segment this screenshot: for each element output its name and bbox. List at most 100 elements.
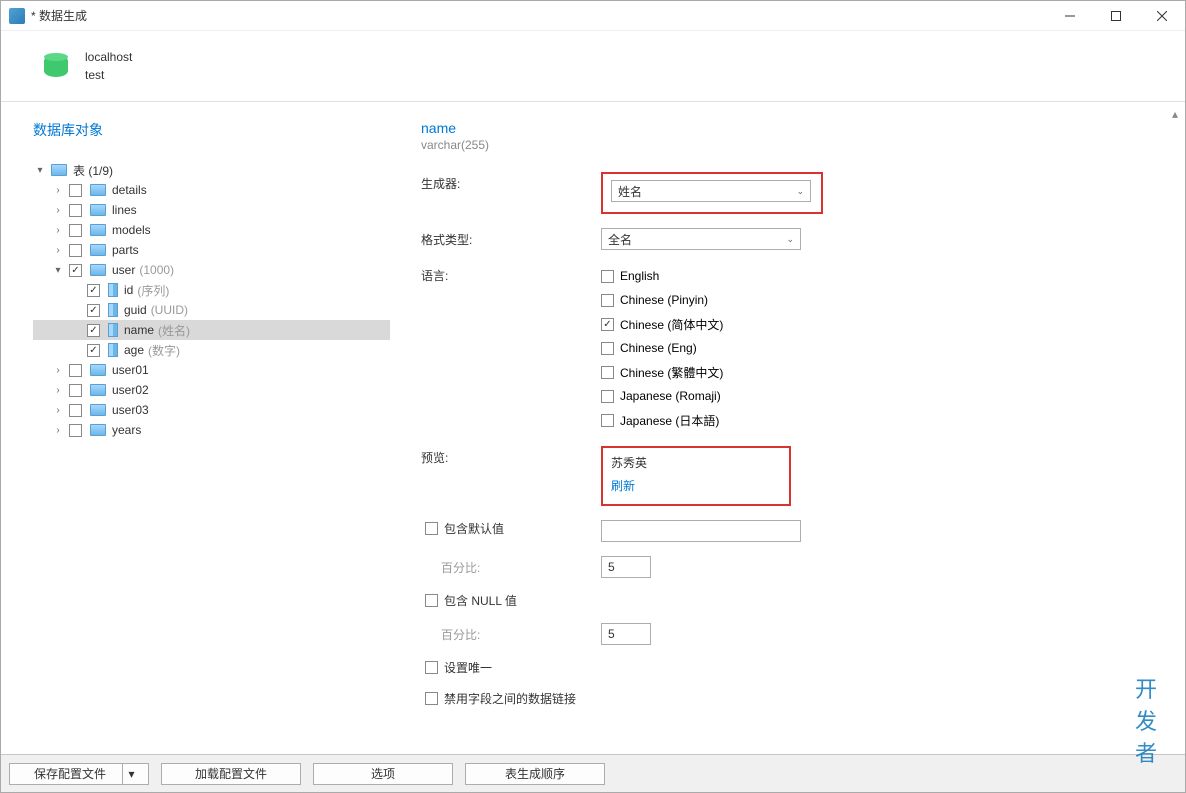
table-checkbox[interactable]: [69, 404, 82, 417]
table-checkbox[interactable]: [69, 224, 82, 237]
tree-table-parts[interactable]: ›parts: [33, 240, 390, 260]
preview-value: 苏秀英: [611, 454, 779, 471]
generator-select[interactable]: 姓名⌄: [611, 180, 811, 202]
caret-right-icon[interactable]: ›: [51, 245, 65, 256]
lang-option[interactable]: Chinese (Pinyin): [601, 288, 723, 312]
scroll-up-icon[interactable]: ▴: [1167, 104, 1183, 124]
table-icon: [90, 404, 106, 416]
tree-table-user03[interactable]: ›user03: [33, 400, 390, 420]
tree-table-years[interactable]: ›years: [33, 420, 390, 440]
unique-checkbox[interactable]: [425, 661, 438, 674]
connection-header: localhost test: [1, 31, 1185, 101]
disable-links-label: 禁用字段之间的数据链接: [444, 690, 576, 707]
tree-column-name[interactable]: name(姓名): [33, 320, 390, 340]
caret-right-icon[interactable]: ›: [51, 385, 65, 396]
maximize-button[interactable]: [1093, 1, 1139, 31]
content-pane: ▴ name varchar(255) 生成器: 姓名⌄ 格式类型: 全名⌄ 语…: [391, 102, 1185, 751]
column-icon: [108, 303, 118, 317]
lang-option[interactable]: Chinese (Eng): [601, 336, 723, 360]
generator-label: 生成器:: [421, 172, 601, 192]
table-checkbox[interactable]: [69, 264, 82, 277]
tree-table-details[interactable]: ›details: [33, 180, 390, 200]
save-profile-button[interactable]: 保存配置文件 ▾: [9, 763, 149, 785]
caret-down-icon[interactable]: ▾: [51, 265, 65, 276]
tree-table-user[interactable]: ▾user(1000): [33, 260, 390, 280]
field-type: varchar(255): [421, 138, 1155, 152]
connection-host: localhost: [85, 48, 132, 66]
tree-table-user01[interactable]: ›user01: [33, 360, 390, 380]
caret-right-icon[interactable]: ›: [51, 185, 65, 196]
language-options: EnglishChinese (Pinyin)Chinese (简体中文)Chi…: [601, 264, 723, 432]
table-checkbox[interactable]: [69, 384, 82, 397]
tree-table-user02[interactable]: ›user02: [33, 380, 390, 400]
include-null-checkbox[interactable]: [425, 594, 438, 607]
table-checkbox[interactable]: [69, 424, 82, 437]
connection-db: test: [85, 66, 132, 84]
table-icon: [90, 384, 106, 396]
format-select[interactable]: 全名⌄: [601, 228, 801, 250]
table-icon: [90, 244, 106, 256]
table-order-button[interactable]: 表生成顺序: [465, 763, 605, 785]
chevron-down-icon: ⌄: [786, 234, 794, 245]
load-profile-button[interactable]: 加载配置文件: [161, 763, 301, 785]
lang-checkbox[interactable]: [601, 390, 614, 403]
database-icon: [41, 52, 71, 80]
chevron-down-icon: ⌄: [796, 186, 804, 197]
column-icon: [108, 343, 118, 357]
table-icon: [90, 204, 106, 216]
caret-right-icon[interactable]: ›: [51, 365, 65, 376]
lang-checkbox[interactable]: [601, 366, 614, 379]
lang-checkbox[interactable]: [601, 270, 614, 283]
lang-checkbox[interactable]: [601, 318, 614, 331]
table-checkbox[interactable]: [69, 244, 82, 257]
tree-table-models[interactable]: ›models: [33, 220, 390, 240]
lang-option[interactable]: Chinese (繁體中文): [601, 360, 723, 384]
column-checkbox[interactable]: [87, 324, 100, 337]
caret-right-icon[interactable]: ›: [51, 205, 65, 216]
table-checkbox[interactable]: [69, 204, 82, 217]
percent-input-2[interactable]: [601, 623, 651, 645]
include-default-checkbox[interactable]: [425, 522, 438, 535]
tree-column-id[interactable]: id(序列): [33, 280, 390, 300]
table-icon: [90, 424, 106, 436]
lang-checkbox[interactable]: [601, 294, 614, 307]
lang-option[interactable]: Japanese (Romaji): [601, 384, 723, 408]
options-button[interactable]: 选项: [313, 763, 453, 785]
percent-input-1[interactable]: [601, 556, 651, 578]
lang-checkbox[interactable]: [601, 342, 614, 355]
tree-column-guid[interactable]: guid(UUID): [33, 300, 390, 320]
disable-links-checkbox[interactable]: [425, 692, 438, 705]
lang-option[interactable]: English: [601, 264, 723, 288]
format-label: 格式类型:: [421, 228, 601, 248]
column-checkbox[interactable]: [87, 304, 100, 317]
bottom-toolbar: 保存配置文件 ▾ 加载配置文件 选项 表生成顺序 开发者: [1, 754, 1185, 792]
lang-option[interactable]: Chinese (简体中文): [601, 312, 723, 336]
lang-checkbox[interactable]: [601, 414, 614, 427]
lang-option[interactable]: Japanese (日本語): [601, 408, 723, 432]
caret-right-icon[interactable]: ›: [51, 425, 65, 436]
sidebar-title: 数据库对象: [33, 120, 390, 140]
tree-root-tables[interactable]: ▾ 表 (1/9): [33, 160, 390, 180]
table-checkbox[interactable]: [69, 184, 82, 197]
highlight-preview: 苏秀英 刷新: [601, 446, 791, 506]
tree-table-lines[interactable]: ›lines: [33, 200, 390, 220]
caret-down-icon[interactable]: ▾: [33, 165, 47, 176]
close-button[interactable]: [1139, 1, 1185, 31]
caret-right-icon[interactable]: ›: [51, 405, 65, 416]
app-icon: [9, 8, 25, 24]
include-null-label: 包含 NULL 值: [444, 592, 517, 609]
refresh-link[interactable]: 刷新: [611, 477, 779, 494]
column-checkbox[interactable]: [87, 284, 100, 297]
include-default-input[interactable]: [601, 520, 801, 542]
minimize-button[interactable]: [1047, 1, 1093, 31]
caret-right-icon[interactable]: ›: [51, 225, 65, 236]
unique-label: 设置唯一: [444, 659, 492, 676]
language-label: 语言:: [421, 264, 601, 284]
dropdown-arrow-icon[interactable]: ▾: [122, 764, 140, 784]
field-name: name: [421, 120, 1155, 136]
include-default-label: 包含默认值: [444, 520, 504, 537]
column-checkbox[interactable]: [87, 344, 100, 357]
table-checkbox[interactable]: [69, 364, 82, 377]
tree-column-age[interactable]: age(数字): [33, 340, 390, 360]
table-icon: [90, 364, 106, 376]
